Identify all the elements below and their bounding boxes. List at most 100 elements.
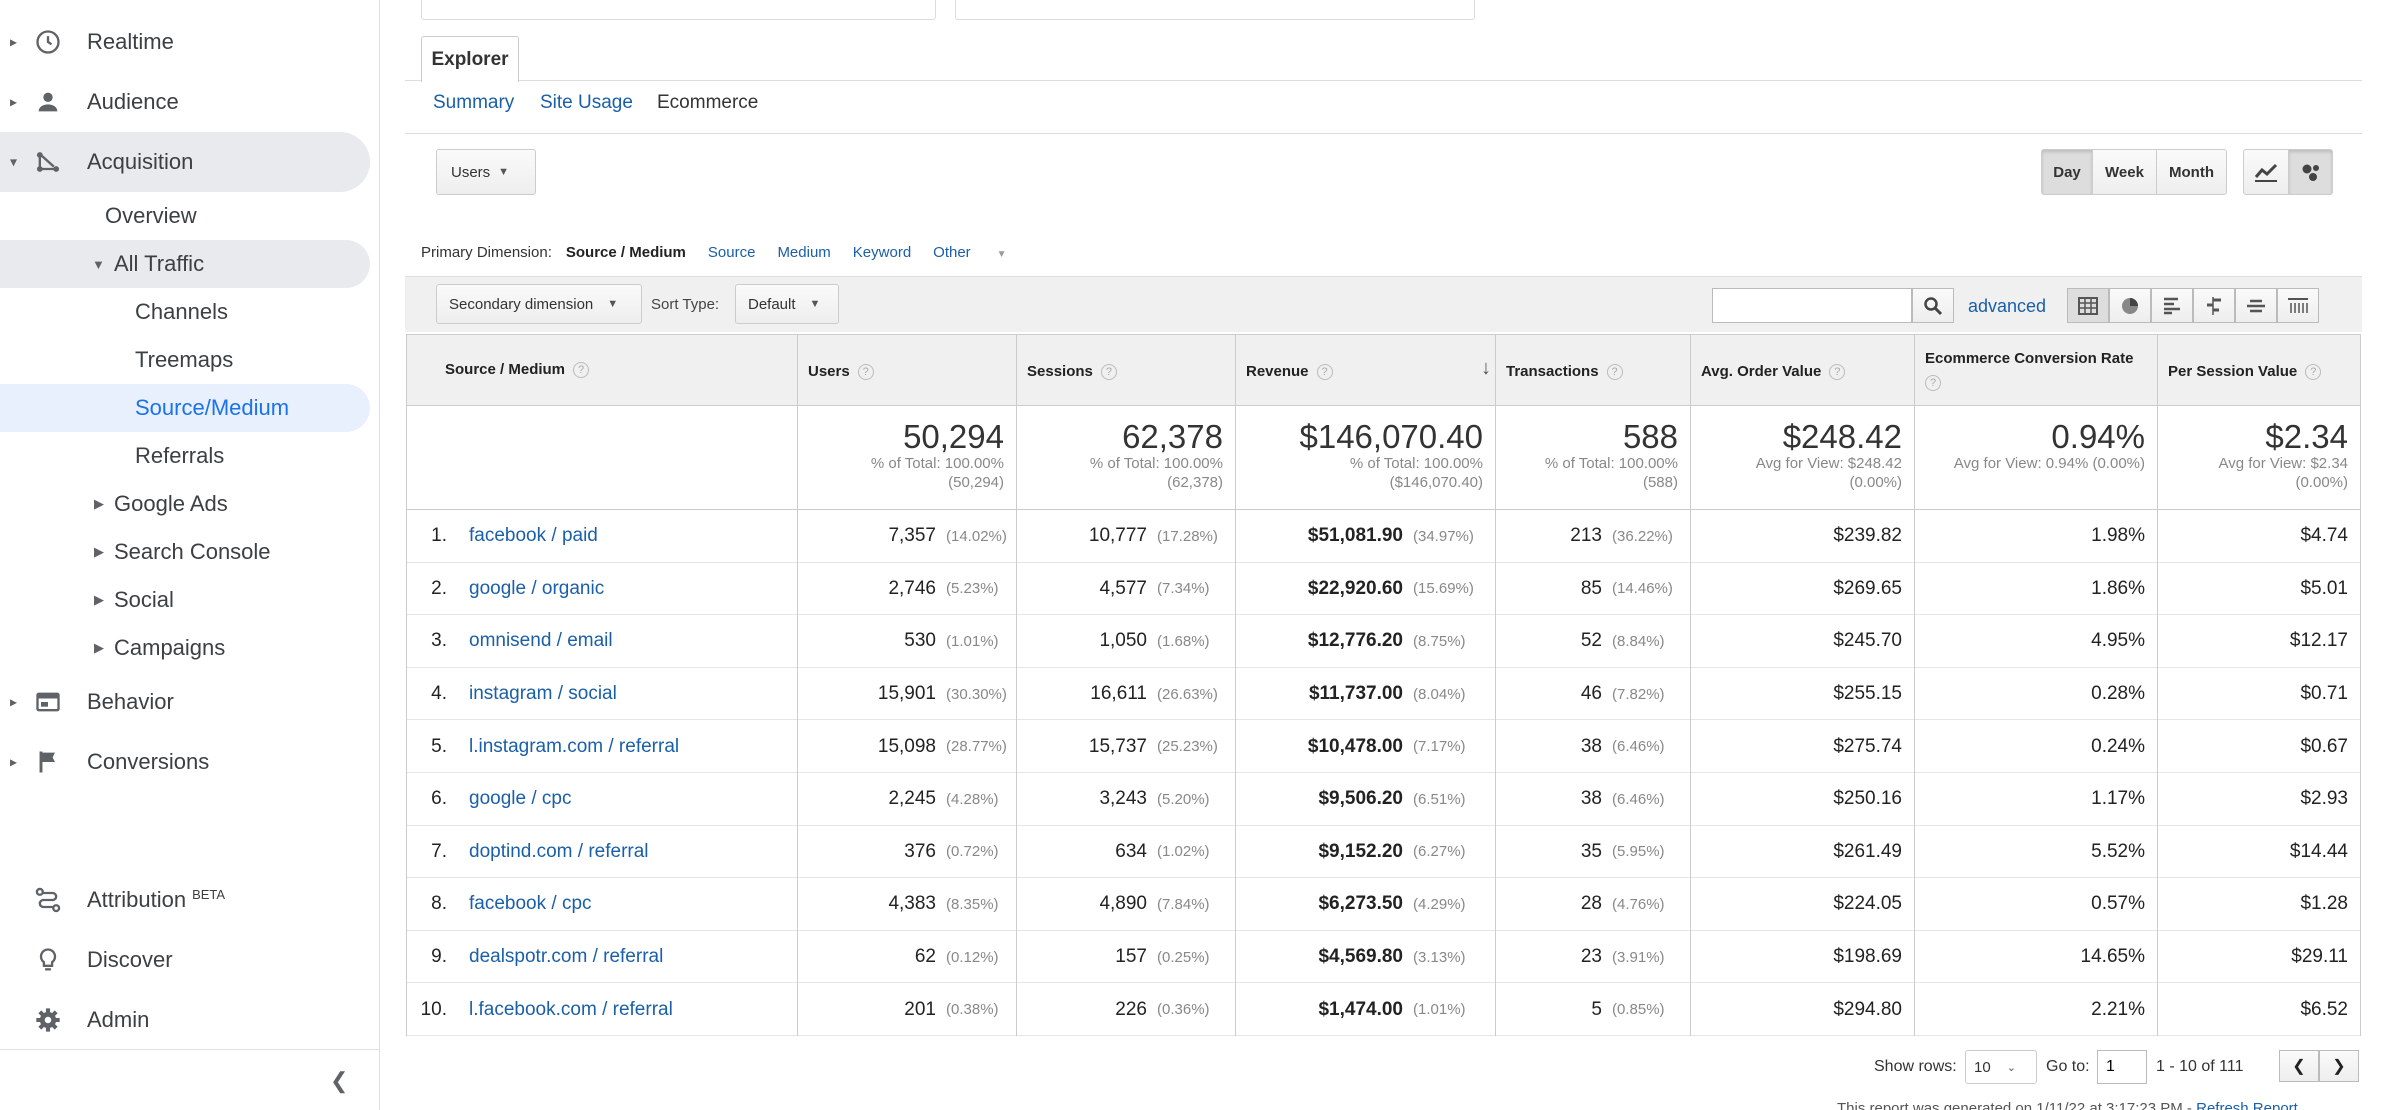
day-button[interactable]: Day [2041,149,2093,195]
nav-realtime[interactable]: ▸ Realtime [0,12,380,72]
nav-discover[interactable]: Discover [0,930,380,990]
secondary-dimension-select[interactable]: Secondary dimension ▼ [436,284,642,324]
primary-dimension-current: Source / Medium [565,244,686,261]
source-medium-link[interactable]: instagram / social [469,683,617,705]
source-medium-link[interactable]: dealspotr.com / referral [469,946,663,968]
nav-campaigns[interactable]: ▶ Campaigns [0,624,370,672]
source-medium-link[interactable]: doptind.com / referral [469,841,649,863]
month-button[interactable]: Month [2157,149,2227,195]
refresh-report-link[interactable]: Refresh Report [2196,1100,2298,1110]
sort-type-select[interactable]: Default ▼ [735,284,839,324]
source-medium-link[interactable]: facebook / paid [469,525,598,547]
next-page-button[interactable]: ❯ [2319,1050,2359,1082]
tab-ecommerce[interactable]: Ecommerce [657,92,758,114]
col-header-label: Revenue [1246,363,1309,380]
cell-users: 7,357 (14.02%) [798,510,1017,563]
nav-all-traffic[interactable]: ▼ All Traffic [0,240,370,288]
cell-transactions: 52 (8.84%) [1496,615,1691,668]
col-header-transactions[interactable]: Transactions? [1496,334,1691,406]
nav-treemaps[interactable]: Treemaps [135,336,233,384]
col-header-dim[interactable]: Source / Medium? [406,334,798,406]
collapse-sidebar-icon[interactable]: ❮ [330,1068,348,1094]
tab-summary[interactable]: Summary [433,92,514,114]
line-chart-button[interactable] [2243,149,2289,195]
col-header-aov[interactable]: Avg. Order Value? [1691,334,1915,406]
cell-aov: $275.74 [1691,720,1915,773]
col-header-users[interactable]: Users? [798,334,1017,406]
help-icon[interactable]: ? [1100,364,1117,381]
source-medium-link[interactable]: l.facebook.com / referral [469,999,673,1021]
help-icon[interactable]: ? [1606,364,1623,381]
table-view-button[interactable] [2067,288,2109,323]
tab-site-usage[interactable]: Site Usage [540,92,633,114]
help-icon[interactable]: ? [2305,364,2322,381]
term-cloud-view-button[interactable] [2235,288,2277,323]
nav-channels[interactable]: Channels [135,288,228,336]
total-value: 50,294 [903,418,1004,455]
help-icon[interactable]: ? [1829,364,1846,381]
cell-value: $22,920.60 [1307,577,1403,599]
nav-conversions[interactable]: ▸ Conversions [0,732,380,792]
totals-psv: $2.34 Avg for View: $2.34 (0.00%) [2158,406,2361,510]
tab-explorer[interactable]: Explorer [421,36,519,82]
nav-source-medium[interactable]: Source/Medium [0,384,370,432]
analytics-window: { "sidebar": { "realtime": "Realtime", "… [0,0,2390,1110]
nav-google-ads[interactable]: ▶ Google Ads [0,480,370,528]
nav-overview[interactable]: Overview [105,192,197,240]
search-button[interactable] [1912,288,1954,323]
show-rows-select[interactable]: 10 ⌄ [1965,1050,2037,1084]
source-medium-link[interactable]: google / cpc [469,788,571,810]
nav-attribution[interactable]: Attribution BETA [0,870,380,930]
col-header-psv[interactable]: Per Session Value? [2158,334,2361,406]
cell-percent: (34.97%) [1413,527,1474,545]
col-header-ecr[interactable]: Ecommerce Conversion Rate? [1915,334,2158,406]
nav-acquisition[interactable]: ▾ Acquisition [0,132,370,192]
primary-dimension-other[interactable]: Other ▼ [933,244,1028,261]
nav-social[interactable]: ▶ Social [0,576,370,624]
total-value: 0.94% [2051,418,2145,455]
nav-label: Source/Medium [135,395,290,420]
total-value: $248.42 [1782,418,1902,455]
col-header-revenue[interactable]: Revenue? ↓ [1236,334,1496,406]
cell-value: 213 [1570,525,1602,547]
advanced-filter-link[interactable]: advanced [1968,296,2046,317]
cell-sessions: 634 (1.02%) [1017,825,1236,879]
primary-dimension-source[interactable]: Source [708,244,756,261]
nav-referrals[interactable]: Referrals [135,432,224,480]
source-medium-link[interactable]: google / organic [469,578,604,600]
table-row: 1. facebook / paid 7,357 (14.02%) 10,777 (17.… [406,510,2361,563]
cell-value: 0.28% [2091,683,2145,705]
help-icon[interactable]: ? [1925,375,1941,392]
bar-view-button[interactable] [2151,288,2193,323]
col-header-sessions[interactable]: Sessions? [1017,334,1236,406]
goto-input[interactable] [2097,1050,2147,1084]
prev-page-button[interactable]: ❮ [2279,1050,2319,1082]
comparison-view-button[interactable] [2193,288,2235,323]
metric-select[interactable]: Users ▼ [436,149,536,195]
cell-value: $9,506.20 [1318,788,1403,810]
week-button[interactable]: Week [2093,149,2157,195]
source-medium-link[interactable]: l.instagram.com / referral [469,736,679,758]
help-icon[interactable]: ? [573,362,590,379]
nav-admin[interactable]: Admin [0,990,380,1050]
line-chart-icon [2254,163,2278,182]
help-icon[interactable]: ? [857,364,874,381]
table-search-input[interactable] [1712,288,1912,323]
pivot-view-button[interactable] [2277,288,2319,323]
primary-dimension-medium[interactable]: Medium [777,244,830,261]
cell-value: 2,245 [888,788,936,810]
cell-transactions: 28 (4.76%) [1496,878,1691,931]
help-icon[interactable]: ? [1316,364,1333,381]
primary-dimension-keyword[interactable]: Keyword [853,244,911,261]
cell-percent: (0.85%) [1612,1001,1665,1019]
source-medium-link[interactable]: omnisend / email [469,630,613,652]
cell-revenue: $12,776.20 (8.75%) [1236,615,1496,668]
source-medium-link[interactable]: facebook / cpc [469,893,592,915]
nav-search-console[interactable]: ▶ Search Console [0,528,370,576]
motion-chart-button[interactable] [2289,149,2333,195]
nav-audience[interactable]: ▸ Audience [0,72,380,132]
pie-view-button[interactable] [2109,288,2151,323]
cell-value: 1.86% [2091,577,2145,599]
totals-sessions: 62,378% of Total: 100.00% (62,378) [1017,406,1236,510]
nav-behavior[interactable]: ▸ Behavior [0,672,380,732]
